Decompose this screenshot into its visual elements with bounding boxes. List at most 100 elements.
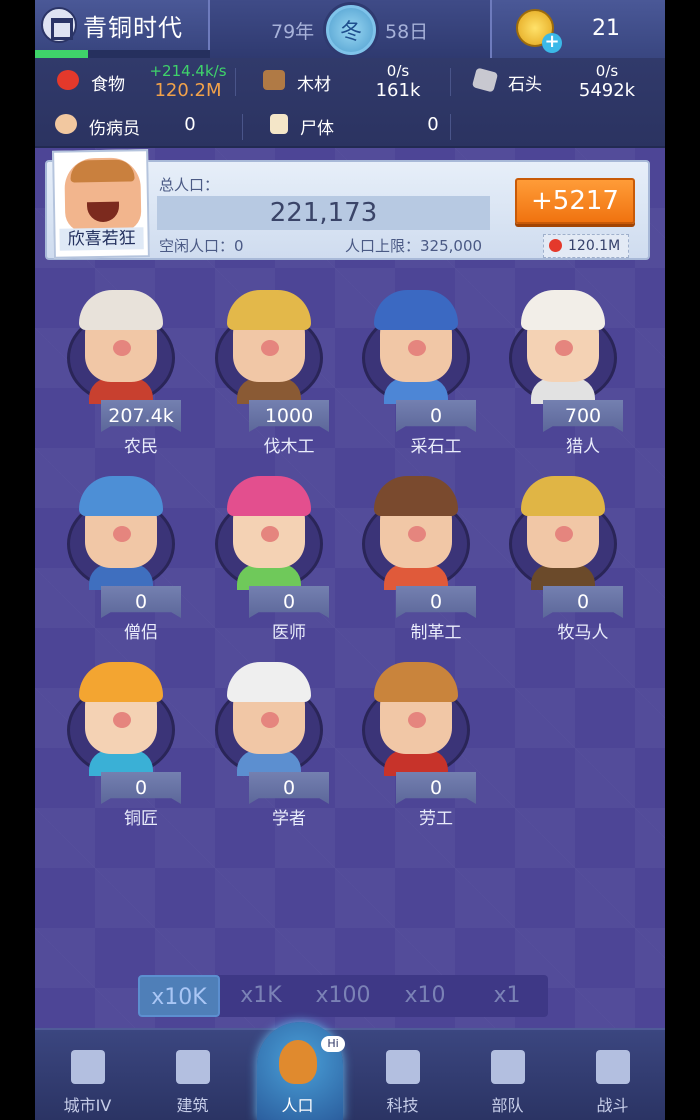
- resource-corpse[interactable]: 尸体 0: [242, 102, 450, 146]
- multiplier-option[interactable]: x1: [466, 975, 548, 1017]
- nav-item[interactable]: 部队: [455, 1028, 560, 1120]
- resource-value: 0: [427, 114, 439, 135]
- resource-label: 伤病员: [89, 119, 140, 139]
- worker-portrait[interactable]: [215, 290, 323, 408]
- banner-icon: [491, 1050, 525, 1084]
- wood-icon: [263, 70, 285, 90]
- job-card[interactable]: 1000 伐木工: [203, 290, 329, 470]
- resource-value: 161k: [375, 80, 421, 101]
- job-card[interactable]: 0 学者: [203, 662, 329, 842]
- worker-nose: [408, 712, 426, 728]
- job-card[interactable]: 0 制革工: [350, 476, 476, 656]
- mood-label: 欣喜若狂: [59, 227, 144, 251]
- resource-rate: 0/s: [386, 62, 410, 80]
- worker-nose: [261, 340, 279, 356]
- worker-count: 700: [543, 400, 623, 432]
- resource-rate: 0/s: [595, 62, 619, 80]
- multiplier-option[interactable]: x100: [302, 975, 384, 1017]
- worker-portrait[interactable]: [67, 662, 175, 780]
- worker-nose: [113, 526, 131, 542]
- gold-panel[interactable]: 21: [490, 0, 665, 58]
- worker-portrait[interactable]: [215, 662, 323, 780]
- book-icon: [386, 1050, 420, 1084]
- worker-hair: [374, 476, 458, 516]
- worker-hair: [374, 290, 458, 330]
- worker-hair: [521, 290, 605, 330]
- worker-portrait[interactable]: [509, 290, 617, 408]
- multiplier-option[interactable]: x10: [384, 975, 466, 1017]
- worker-portrait[interactable]: [362, 662, 470, 780]
- population-title: 总人口：: [159, 176, 220, 194]
- worker-hair: [79, 662, 163, 702]
- worker-count: 1000: [249, 400, 329, 432]
- multiplier-option[interactable]: x10K: [138, 975, 220, 1017]
- job-name: 僧侣: [124, 623, 158, 643]
- happy-face-icon: [64, 157, 142, 233]
- resource-food[interactable]: 食物 +214.4k/s 120.2M: [35, 58, 235, 102]
- population-cap: 人口上限：325,000: [345, 237, 483, 255]
- population-panel: 欣喜若狂 总人口： 221,173 空闲人口：0 人口上限：325,000 +5…: [45, 149, 650, 260]
- job-card[interactable]: 700 猎人: [497, 290, 623, 470]
- job-card[interactable]: 0 劳工: [350, 662, 476, 842]
- nav-item[interactable]: 战斗: [560, 1028, 665, 1120]
- worker-count: 0: [396, 772, 476, 804]
- worker-nose: [555, 526, 573, 542]
- job-card[interactable]: 0 牧马人: [497, 476, 623, 656]
- worker-count: 0: [396, 400, 476, 432]
- worker-portrait[interactable]: [67, 476, 175, 594]
- top-bar: 青铜时代 79年 冬 58日 21: [35, 0, 665, 58]
- worker-nose: [408, 340, 426, 356]
- job-card[interactable]: 0 铜匠: [55, 662, 181, 842]
- resource-label: 石头: [508, 75, 542, 95]
- job-name: 牧马人: [557, 623, 609, 643]
- worker-portrait[interactable]: [362, 476, 470, 594]
- job-card[interactable]: 0 医师: [203, 476, 329, 656]
- apple-icon: [549, 239, 562, 252]
- cost-value: 120.1M: [568, 238, 621, 254]
- worker-count: 0: [543, 586, 623, 618]
- resource-rate: +214.4k/s: [149, 62, 227, 80]
- job-card[interactable]: 0 采石工: [350, 290, 476, 470]
- nav-item[interactable]: 城市IV: [35, 1028, 140, 1120]
- era-title: 青铜时代: [83, 14, 183, 42]
- nav-item[interactable]: 科技: [350, 1028, 455, 1120]
- worker-portrait[interactable]: [67, 290, 175, 408]
- worker-hair: [227, 476, 311, 516]
- worker-count: 0: [101, 586, 181, 618]
- date-year: 79年: [271, 21, 315, 43]
- era-progress-fill: [35, 50, 88, 58]
- game-screen: 青铜时代 79年 冬 58日 21 食物 +214.4k/s 120.2M 木材…: [35, 0, 665, 1120]
- job-card[interactable]: 207.4k 农民: [55, 290, 181, 470]
- resource-stone[interactable]: 石头 0/s 5492k: [450, 58, 665, 102]
- nav-label: 科技: [386, 1096, 419, 1115]
- gold-coin-add-icon[interactable]: [516, 9, 562, 53]
- nav-item[interactable]: 建筑: [140, 1028, 245, 1120]
- job-card[interactable]: 0 僧侣: [55, 476, 181, 656]
- add-population-button[interactable]: +5217: [515, 178, 635, 224]
- resource-label: 食物: [91, 75, 125, 95]
- multiplier-option[interactable]: x1K: [220, 975, 302, 1017]
- apple-icon: [57, 70, 79, 90]
- worker-nose: [261, 712, 279, 728]
- job-name: 制革工: [410, 623, 462, 643]
- wounded-icon: [55, 114, 77, 134]
- nav-item[interactable]: 人口: [245, 1028, 350, 1120]
- era-panel[interactable]: 青铜时代: [35, 0, 210, 50]
- worker-hair: [521, 476, 605, 516]
- swords-icon: [596, 1050, 630, 1084]
- resource-label: 尸体: [300, 119, 334, 139]
- resource-bar: 食物 +214.4k/s 120.2M 木材 0/s 161k 石头 0/s 5…: [35, 58, 665, 148]
- multiplier-bar: x10K x1K x100 x10 x1: [138, 975, 548, 1017]
- nav-label: 人口: [281, 1096, 314, 1115]
- worker-portrait[interactable]: [215, 476, 323, 594]
- leader-portrait[interactable]: 欣喜若狂: [52, 149, 150, 259]
- resource-wood[interactable]: 木材 0/s 161k: [235, 58, 450, 102]
- worker-hair: [79, 476, 163, 516]
- season-badge[interactable]: 冬: [326, 5, 376, 55]
- worker-count: 0: [396, 586, 476, 618]
- worker-portrait[interactable]: [509, 476, 617, 594]
- person-icon: [279, 1040, 317, 1084]
- job-name: 猎人: [566, 437, 600, 457]
- resource-wounded[interactable]: 伤病员 0: [35, 102, 242, 146]
- worker-portrait[interactable]: [362, 290, 470, 408]
